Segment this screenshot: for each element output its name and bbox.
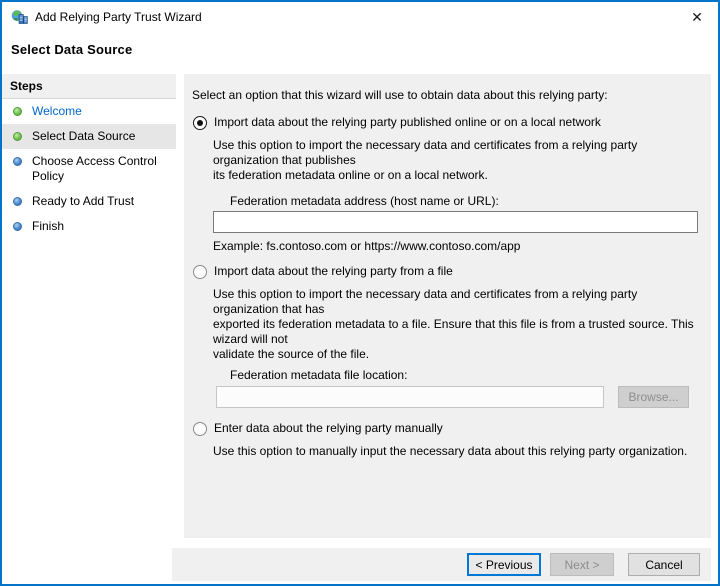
steps-heading: Steps [2,74,176,99]
option-label: Import data about the relying party from… [214,264,453,278]
option-enter-manually[interactable]: Enter data about the relying party manua… [192,421,703,436]
option-label: Import data about the relying party publ… [214,115,601,129]
data-source-panel: Select an option that this wizard will u… [184,74,711,538]
window-title: Add Relying Party Trust Wizard [35,10,202,24]
close-icon[interactable]: ✕ [687,7,707,27]
titlebar: Add Relying Party Trust Wizard ✕ [2,2,718,32]
step-todo-bullet-icon [13,222,22,231]
metadata-address-input[interactable] [213,211,698,233]
step-label: Welcome [32,104,82,118]
step-todo-bullet-icon [13,197,22,206]
wizard-window: Add Relying Party Trust Wizard ✕ Select … [0,0,720,586]
metadata-address-example: Example: fs.contoso.com or https://www.c… [213,239,521,253]
sidebar-item-ready-to-add-trust: Ready to Add Trust [2,189,176,214]
option-import-online[interactable]: Import data about the relying party publ… [192,115,703,130]
sidebar-item-welcome[interactable]: Welcome [2,99,176,124]
option-description: Use this option to import the necessary … [213,138,638,182]
metadata-file-input [216,386,604,408]
radio-import-file[interactable] [193,265,207,279]
step-label: Ready to Add Trust [32,194,135,208]
sidebar-item-finish: Finish [2,214,176,239]
step-done-bullet-icon [13,107,22,116]
steps-sidebar: Steps Welcome Select Data Source Choose … [2,74,176,582]
option-description: Use this option to import the necessary … [213,287,694,361]
next-button: Next > [550,553,614,576]
adfs-app-icon [11,10,28,24]
metadata-file-row: Browse... [216,386,703,408]
step-label: Select Data Source [32,129,136,143]
page-title: Select Data Source [11,42,133,57]
option-description: Use this option to manually input the ne… [213,444,688,458]
step-todo-bullet-icon [13,157,22,166]
wizard-button-bar: < Previous Next > Cancel [172,548,711,581]
option-import-file[interactable]: Import data about the relying party from… [192,264,703,279]
radio-import-online[interactable] [193,116,207,130]
radio-enter-manually[interactable] [193,422,207,436]
previous-button[interactable]: < Previous [467,553,541,576]
sidebar-item-select-data-source: Select Data Source [2,124,176,149]
panel-intro-text: Select an option that this wizard will u… [192,88,608,102]
cancel-button[interactable]: Cancel [628,553,700,576]
step-label: Choose Access Control Policy [32,154,157,183]
metadata-address-label: Federation metadata address (host name o… [230,194,499,208]
option-label: Enter data about the relying party manua… [214,421,443,435]
step-done-bullet-icon [13,132,22,141]
step-label: Finish [32,219,65,233]
browse-button: Browse... [618,386,689,408]
sidebar-item-choose-access-control-policy: Choose Access Control Policy [2,149,176,189]
metadata-file-label: Federation metadata file location: [230,368,408,382]
